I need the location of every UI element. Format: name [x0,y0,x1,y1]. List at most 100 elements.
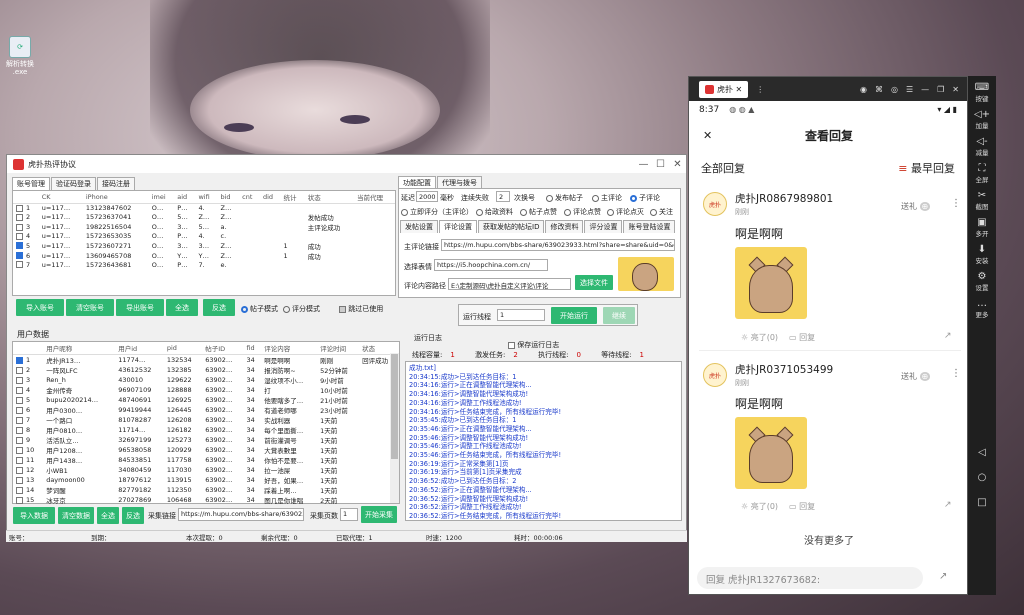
export-accounts-button[interactable]: 导出账号 [116,299,164,316]
more-icon[interactable]: ⋮ [756,85,764,94]
comment-emoji-image[interactable] [735,247,807,319]
tab-modify-profile[interactable]: 修改资料 [545,220,584,233]
maximize-icon[interactable]: ☐ [652,159,669,170]
table-row[interactable]: 5 bupu2020214… 48740691 126925 63902… 34 他要瞎多了… [13,395,399,405]
collect-pages-input[interactable]: 1 [340,508,358,521]
table-row[interactable]: 5 u=117… 15723607271 O… 3… 3… Z… 1 成功 [13,241,395,251]
row-checkbox[interactable] [16,476,23,484]
invert-data-button[interactable]: 反选 [122,507,144,524]
skip-used-checkbox[interactable]: 跳过已使用 [339,304,383,314]
reply-button[interactable]: ▭ 回复 [789,501,815,512]
content-path-input[interactable]: E:\定制源码\虎扑自定义评论\评论 [448,278,571,290]
row-checkbox[interactable] [16,232,23,240]
close-icon[interactable]: ✕ [703,129,712,142]
invert-accounts-button[interactable]: 反选 [203,299,235,316]
gamepad-icon[interactable]: ⌘ [875,85,883,94]
close-icon[interactable]: ✕ [669,159,686,170]
table-row[interactable]: 1 u=117… 13123847602 O… P… 4. Z… [13,204,395,212]
emoji-select[interactable]: https://i5.hoopchina.com.cn/ [434,259,548,271]
table-row[interactable]: 11 用户1438… 84533851 117758 63902… 34 你怕不是要… 1天前 [13,455,399,465]
row-checkbox[interactable] [16,366,23,374]
recent-icon[interactable]: □ [968,497,996,508]
fail-input[interactable]: 2 [496,191,510,202]
tab-account-manage[interactable]: 账号管理 [12,177,50,190]
sort-button[interactable]: ≡ 最早回复 [898,160,955,176]
row-select[interactable]: 14 [13,485,43,495]
row-checkbox[interactable] [16,436,23,444]
tab-get-forum-id[interactable]: 获取发帖的帖坛ID [478,220,545,233]
row-checkbox[interactable] [16,426,23,434]
sidebar-item[interactable]: ⛶ 全屏 [968,163,996,184]
comment-user[interactable]: 虎扑JR0867989801 [735,191,833,206]
row-select[interactable]: 6 [13,251,39,261]
table-row[interactable]: 10 用户1208… 96538058 120929 63902… 34 大賞表數里 1天前 [13,445,399,455]
menu-icon[interactable]: ☰ [906,85,913,94]
more-icon[interactable]: ⋮ [951,198,961,209]
post-mode-radio[interactable]: 帖子模式 [241,304,278,314]
row-select[interactable]: 4 [13,385,43,395]
share-icon[interactable]: ↗ [944,331,952,341]
delay-input[interactable]: 2000 [416,191,438,202]
row-checkbox[interactable] [16,386,23,394]
main-comment-link-input[interactable]: https://m.hupu.com/bbs-share/639023933.h… [441,239,675,251]
row-select[interactable]: 2 [13,365,43,375]
row-checkbox[interactable] [16,496,23,504]
main-comment-radio[interactable]: 主评论 [592,193,622,203]
table-row[interactable]: 2 一阵风LFC 43612532 132385 63902… 34 报消防啊~ 52分钟前 [13,365,399,375]
row-select[interactable]: 3 [13,375,43,385]
sidebar-item[interactable]: ⬇ 安装 [968,244,996,265]
like-post-radio[interactable]: 帖子点赞 [520,207,557,217]
resume-button[interactable]: 继续 [603,307,635,324]
table-row[interactable]: 7 u=117… 15723643681 O… P… 7. e. [13,261,395,270]
table-row[interactable]: 1 虎扑JR13… 11774… 132534 63902… 34 啊是啊啊 刚刚 回评成功 [13,355,399,366]
table-row[interactable]: 3 Ren_h 430010 129622 63902… 34 湿纹项不小… 9小时前 [13,375,399,385]
row-select[interactable]: 8 [13,425,43,435]
home-icon[interactable]: ○ [968,472,996,483]
close-icon[interactable]: ✕ [952,85,959,94]
row-select[interactable]: 9 [13,435,43,445]
sidebar-item[interactable]: ◁- 减量 [968,136,996,157]
like-comment-radio[interactable]: 评论点赞 [564,207,601,217]
clear-accounts-button[interactable]: 清空账号 [66,299,114,316]
row-checkbox[interactable] [16,242,23,249]
user-icon[interactable]: ◎ [891,85,898,94]
row-select[interactable]: 1 [13,355,43,366]
threads-input[interactable]: 1 [497,309,545,321]
back-icon[interactable]: ◁ [968,447,996,458]
row-checkbox[interactable] [16,486,23,494]
tab-comment-settings[interactable]: 评论设置 [439,220,477,233]
row-checkbox[interactable] [16,261,23,269]
comment-user[interactable]: 虎扑JR0371053499 [735,362,833,377]
row-checkbox[interactable] [16,376,23,384]
row-select[interactable]: 5 [13,395,43,405]
table-row[interactable]: 6 u=117… 13609465708 O… Y… Y… Z… 1 成功 [13,251,395,261]
import-accounts-button[interactable]: 导入账号 [16,299,64,316]
row-checkbox[interactable] [16,213,23,221]
share-icon[interactable]: ↗ [944,500,952,510]
row-select[interactable]: 13 [13,475,43,485]
table-row[interactable]: 8 用户0810… 11714… 126182 63902… 34 每个里面撕… 1天前 [13,425,399,435]
choose-file-button[interactable]: 选择文件 [575,275,613,290]
follow-radio[interactable]: 关注 [650,207,673,217]
start-run-button[interactable]: 开始运行 [551,307,597,324]
import-data-button[interactable]: 导入数据 [13,507,55,524]
row-select[interactable]: 1 [13,204,39,212]
reply-input[interactable]: 回复 虎扑JR1327673682: [697,567,923,589]
row-select[interactable]: 15 [13,495,43,505]
select-all-data-button[interactable]: 全选 [97,507,119,524]
light-button[interactable]: ☼ 亮了(0) [741,501,778,512]
row-checkbox[interactable] [16,204,23,212]
comment-emoji-image[interactable] [735,417,807,489]
sub-comment-radio[interactable]: 子评论 [630,193,660,203]
emulator-app-tab[interactable]: 虎扑 ✕ [699,80,749,98]
tab-login-settings[interactable]: 账号登陆设置 [623,220,676,233]
row-checkbox[interactable] [16,416,23,424]
select-all-accounts-button[interactable]: 全选 [166,299,198,316]
sidebar-item[interactable]: ✂ 截图 [968,190,996,211]
table-row[interactable]: 7 一个路口 81078287 126208 63902… 34 实战利器 1天前 [13,415,399,425]
row-select[interactable]: 5 [13,241,39,251]
restore-icon[interactable]: ❐ [937,85,944,94]
start-collect-button[interactable]: 开始采集 [361,506,397,523]
minimize-icon[interactable]: — [635,159,652,170]
row-checkbox[interactable] [16,406,23,414]
